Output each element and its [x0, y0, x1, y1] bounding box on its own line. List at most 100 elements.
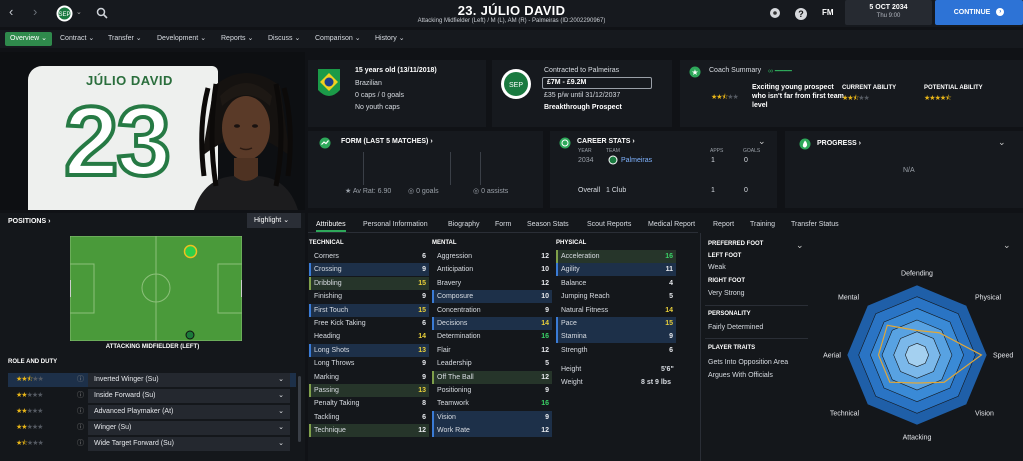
role-row[interactable]: ★⯪★★★ ⓘ Wide Target Forward (Su) ⌄: [8, 437, 296, 451]
subtab-scout-reports[interactable]: Scout Reports: [587, 221, 631, 228]
nav-transfer[interactable]: Transfer ⌄: [108, 33, 142, 45]
attr-row[interactable]: Finishing 9: [309, 290, 429, 303]
career-heading[interactable]: CAREER STATS ›: [577, 138, 635, 145]
attr-row[interactable]: Anticipation 10: [432, 263, 552, 276]
attr-row[interactable]: Natural Fitness 14: [556, 304, 676, 317]
bio-card: 15 years old (13/11/2018) Brazilian 0 ca…: [308, 60, 486, 127]
attr-row[interactable]: Teamwork 16: [432, 397, 552, 410]
subtab-personal-information[interactable]: Personal Information: [363, 221, 428, 228]
radar-collapse-icon[interactable]: ⌄: [1003, 240, 1011, 251]
attr-row[interactable]: Jumping Reach 5: [556, 290, 676, 303]
subtab-training[interactable]: Training: [750, 221, 775, 228]
attr-row[interactable]: Stamina 9: [556, 330, 676, 344]
attr-row[interactable]: Crossing 9: [309, 263, 429, 277]
info-collapse-icon[interactable]: ⌄: [796, 240, 804, 251]
attr-row[interactable]: Long Throws 9: [309, 357, 429, 370]
role-select[interactable]: Wide Target Forward (Su) ⌄: [88, 437, 290, 451]
progress-heading[interactable]: PROGRESS ›: [817, 140, 861, 147]
continue-button[interactable]: CONTINUE ›: [935, 0, 1023, 25]
attr-row[interactable]: First Touch 15: [309, 303, 429, 317]
transfer-value-field[interactable]: £7M - £9.2M: [542, 77, 652, 89]
attr-row[interactable]: Acceleration 16: [556, 250, 676, 263]
subtab-report[interactable]: Report: [713, 221, 734, 228]
info-icon[interactable]: ⓘ: [77, 437, 84, 451]
attr-row[interactable]: Concentration 9: [432, 304, 552, 317]
attr-row[interactable]: Dribbling 15: [309, 276, 429, 290]
attr-row[interactable]: Passing 13: [309, 384, 429, 397]
attr-row[interactable]: Off The Ball 12: [432, 370, 552, 384]
role-select[interactable]: Inverted Winger (Su) ⌄: [88, 373, 290, 387]
left-foot-value: Weak: [708, 264, 726, 271]
info-icon[interactable]: ⓘ: [77, 373, 84, 387]
attr-row[interactable]: Technique 12: [309, 424, 429, 438]
info-icon[interactable]: ⓘ: [77, 405, 84, 419]
attr-row[interactable]: Heading 14: [309, 330, 429, 343]
info-icon[interactable]: ⓘ: [77, 389, 84, 403]
form-heading[interactable]: FORM (LAST 5 MATCHES) ›: [341, 138, 433, 145]
role-select[interactable]: Inside Forward (Su) ⌄: [88, 389, 290, 403]
attr-row[interactable]: Corners 6: [309, 250, 429, 263]
positions-heading[interactable]: POSITIONS ›: [8, 218, 50, 225]
subtab-medical-report[interactable]: Medical Report: [648, 221, 695, 228]
help-icon[interactable]: ?: [795, 8, 807, 20]
attr-row[interactable]: Decisions 14: [432, 317, 552, 330]
attr-value: 12: [541, 279, 549, 287]
attr-row[interactable]: Work Rate 12: [432, 424, 552, 438]
attr-row[interactable]: Vision 9: [432, 410, 552, 424]
attr-row[interactable]: Strength 6: [556, 344, 676, 357]
highlight-dropdown[interactable]: Highlight ⌄: [247, 213, 301, 228]
attr-row[interactable]: Free Kick Taking 6: [309, 317, 429, 330]
wage-text: £35 p/w until 31/12/2037: [544, 92, 621, 99]
nav-history[interactable]: History ⌄: [375, 33, 405, 45]
attr-name: Stamina: [561, 333, 587, 341]
nav-reports[interactable]: Reports ⌄: [221, 33, 253, 45]
career-collapse-icon[interactable]: ⌄: [758, 136, 766, 147]
subtab-transfer-status[interactable]: Transfer Status: [791, 221, 839, 228]
radar-axis-label: Attacking: [903, 435, 932, 442]
subtab-biography[interactable]: Biography: [448, 221, 480, 228]
attr-row[interactable]: Determination 16: [432, 330, 552, 343]
ball-icon[interactable]: [769, 7, 781, 19]
attr-row[interactable]: Balance 4: [556, 277, 676, 290]
subtab-season-stats[interactable]: Season Stats: [527, 221, 569, 228]
role-row[interactable]: ★★⯪★★ ⓘ Inverted Winger (Su) ⌄: [8, 373, 296, 387]
attr-row[interactable]: Marking 9: [309, 371, 429, 384]
attr-row[interactable]: Penalty Taking 8: [309, 397, 429, 410]
attr-name: Strength: [561, 346, 588, 354]
career-team-link[interactable]: Palmeiras: [621, 157, 652, 164]
progress-collapse-icon[interactable]: ⌄: [998, 137, 1006, 148]
role-select[interactable]: Winger (Su) ⌄: [88, 421, 290, 435]
nav-discuss[interactable]: Discuss ⌄: [268, 33, 300, 45]
role-row[interactable]: ★★★★★ ⓘ Advanced Playmaker (At) ⌄: [8, 405, 296, 419]
progress-value: N/A: [903, 167, 915, 174]
attr-row[interactable]: Pace 15: [556, 317, 676, 330]
role-row[interactable]: ★★★★★ ⓘ Winger (Su) ⌄: [8, 421, 296, 435]
role-select[interactable]: Advanced Playmaker (At) ⌄: [88, 405, 290, 419]
coach-link-icon[interactable]: ∞ ━━━━: [768, 67, 792, 75]
role-row[interactable]: ★★★★★ ⓘ Inside Forward (Su) ⌄: [8, 389, 296, 403]
attr-row[interactable]: Positioning 9: [432, 384, 552, 397]
nav-comparison[interactable]: Comparison ⌄: [315, 33, 361, 45]
attr-row[interactable]: Composure 10: [432, 290, 552, 304]
attr-row[interactable]: Agility 11: [556, 263, 676, 277]
attr-row[interactable]: Long Shots 13: [309, 343, 429, 357]
player-portrait: [194, 73, 298, 210]
attr-row[interactable]: Bravery 12: [432, 277, 552, 290]
nav-contract[interactable]: Contract ⌄: [60, 33, 94, 45]
nav-development[interactable]: Development ⌄: [157, 33, 206, 45]
attr-row[interactable]: Leadership 5: [432, 357, 552, 370]
date-display[interactable]: 5 OCT 2034 Thu 9:00: [845, 0, 932, 25]
transfer-value-text: £7M - £9.2M: [547, 79, 587, 86]
role-stars: ★⯪★★★: [16, 440, 44, 447]
attr-name: Agility: [561, 266, 580, 274]
attr-row[interactable]: Aggression 12: [432, 250, 552, 263]
info-icon[interactable]: ⓘ: [77, 421, 84, 435]
subtab-attributes[interactable]: Attributes: [316, 221, 346, 232]
fm-menu-button[interactable]: FM: [822, 8, 834, 17]
attr-row[interactable]: Tackling 6: [309, 411, 429, 424]
attr-row[interactable]: Flair 12: [432, 344, 552, 357]
subtab-form[interactable]: Form: [495, 221, 511, 228]
height-label: Height: [561, 366, 582, 373]
nav-overview[interactable]: Overview ⌄: [5, 32, 52, 46]
roles-scrollbar[interactable]: [298, 376, 301, 442]
